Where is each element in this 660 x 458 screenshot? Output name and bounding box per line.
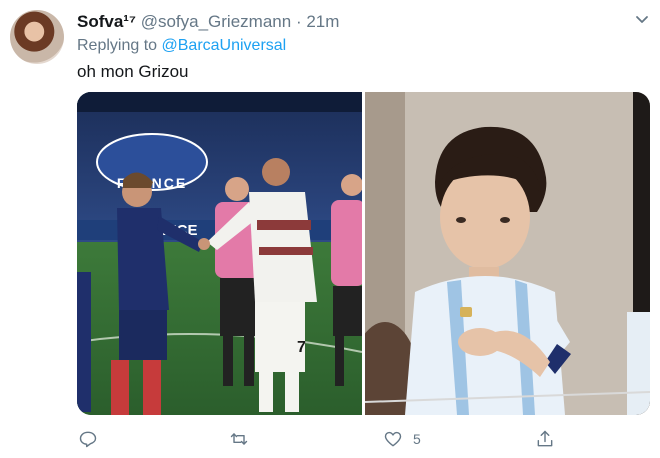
replying-prefix: Replying to xyxy=(77,37,158,54)
like-count: 5 xyxy=(413,431,421,447)
display-name[interactable]: Sofva¹⁷ xyxy=(77,12,136,31)
retweet-icon xyxy=(230,433,248,445)
photo-football-players[interactable]: FRANCE FRANCE xyxy=(77,92,362,415)
jersey-number: 7 xyxy=(297,339,306,356)
tweet-text: oh mon Grizou xyxy=(77,62,189,81)
photo-child[interactable] xyxy=(365,92,650,415)
share-button[interactable] xyxy=(535,428,565,450)
like-button[interactable]: 5 xyxy=(383,428,421,450)
replying-to-link[interactable]: @BarcaUniversal xyxy=(162,37,287,54)
reply-icon xyxy=(79,431,97,448)
reply-button[interactable] xyxy=(78,428,108,450)
separator: · xyxy=(295,12,302,31)
share-icon xyxy=(537,430,553,447)
chevron-down-icon[interactable] xyxy=(633,10,651,28)
timestamp[interactable]: 21m xyxy=(306,12,339,31)
media-grid: FRANCE FRANCE xyxy=(77,92,650,415)
tweet[interactable]: Sofva¹⁷ @sofya_Griezmann · 21m Replying … xyxy=(0,0,660,458)
heart-icon xyxy=(384,431,402,447)
replying-to: Replying to @BarcaUniversal xyxy=(77,36,286,56)
handle[interactable]: @sofya_Griezmann xyxy=(141,12,292,31)
retweet-button[interactable] xyxy=(229,428,259,450)
tweet-header: Sofva¹⁷ @sofya_Griezmann · 21m xyxy=(77,11,339,33)
avatar[interactable] xyxy=(10,10,64,64)
